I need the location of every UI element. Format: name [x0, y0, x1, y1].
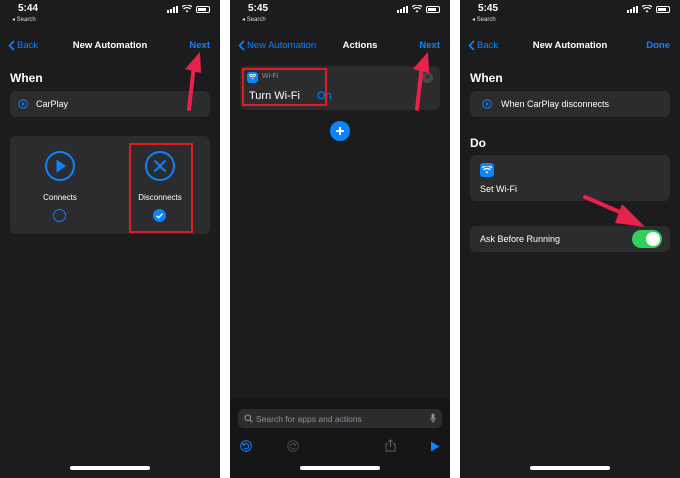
do-header: Do: [470, 136, 486, 150]
back-to-app-link[interactable]: ◂ Search: [12, 16, 36, 23]
phone-screen-actions: 5:45 ◂ Search New Automation Actions Nex…: [230, 0, 450, 478]
back-to-app-link[interactable]: ◂ Search: [242, 16, 266, 23]
wifi-icon: [412, 5, 422, 13]
carplay-play-icon: [18, 99, 28, 109]
share-icon[interactable]: [385, 439, 396, 452]
annotation-arrow-icon: [583, 195, 645, 227]
status-time: 5:45: [248, 3, 269, 14]
plus-icon: [336, 127, 344, 135]
option-connects[interactable]: Connects: [10, 136, 110, 234]
ask-before-running-toggle[interactable]: [632, 230, 662, 248]
add-action-button[interactable]: [330, 121, 350, 141]
option-connects-label: Connects: [43, 193, 77, 202]
done-button[interactable]: Done: [646, 40, 670, 51]
status-time: 5:44: [18, 3, 39, 14]
home-indicator: [70, 466, 150, 470]
status-bar: 5:45 ◂ Search: [460, 0, 680, 26]
when-header: When: [470, 71, 503, 85]
when-header: When: [10, 71, 43, 85]
carplay-play-icon: [482, 99, 492, 109]
chevron-left-icon: [238, 40, 245, 51]
signal-icon: [397, 5, 408, 13]
home-indicator: [300, 466, 380, 470]
undo-icon[interactable]: [240, 440, 252, 452]
annotation-arrow-icon: [413, 52, 429, 111]
status-time: 5:45: [478, 3, 499, 14]
phone-screen-new-automation-trigger: 5:44 ◂ Search Back New Automation Next W…: [0, 0, 220, 478]
annotation-highlight-box: [242, 68, 327, 106]
ask-before-running-label: Ask Before Running: [480, 234, 561, 244]
radio-unchecked-icon: [53, 209, 66, 222]
do-action-label: Set Wi-Fi: [480, 184, 517, 194]
status-bar: 5:44 ◂ Search: [0, 0, 220, 26]
battery-icon: [426, 5, 440, 13]
signal-icon: [627, 5, 638, 13]
home-indicator: [530, 466, 610, 470]
signal-icon: [167, 5, 178, 13]
search-field[interactable]: Search for apps and actions: [238, 409, 442, 428]
phone-screen-automation-summary: 5:45 ◂ Search Back New Automation Done W…: [460, 0, 680, 478]
annotation-highlight-box: [129, 143, 193, 233]
search-icon: [244, 414, 253, 423]
battery-icon: [656, 5, 670, 13]
back-to-app-link[interactable]: ◂ Search: [472, 16, 496, 23]
trigger-row[interactable]: When CarPlay disconnects: [470, 91, 670, 117]
trigger-label: When CarPlay disconnects: [501, 99, 610, 109]
play-circle-icon: [45, 151, 75, 181]
wifi-icon: [642, 5, 652, 13]
status-bar: 5:45 ◂ Search: [230, 0, 450, 26]
navigation-bar: Back New Automation Done: [460, 36, 680, 56]
trigger-row[interactable]: CarPlay: [10, 91, 210, 117]
trigger-label: CarPlay: [36, 99, 69, 109]
search-placeholder: Search for apps and actions: [256, 414, 362, 424]
wifi-icon: [182, 5, 192, 13]
toggle-knob: [646, 232, 660, 246]
play-run-icon[interactable]: [430, 441, 440, 452]
wifi-action-icon: [480, 163, 494, 177]
annotation-arrow-icon: [185, 52, 201, 111]
redo-icon[interactable]: [287, 440, 299, 452]
battery-icon: [196, 5, 210, 13]
microphone-icon[interactable]: [430, 413, 436, 424]
